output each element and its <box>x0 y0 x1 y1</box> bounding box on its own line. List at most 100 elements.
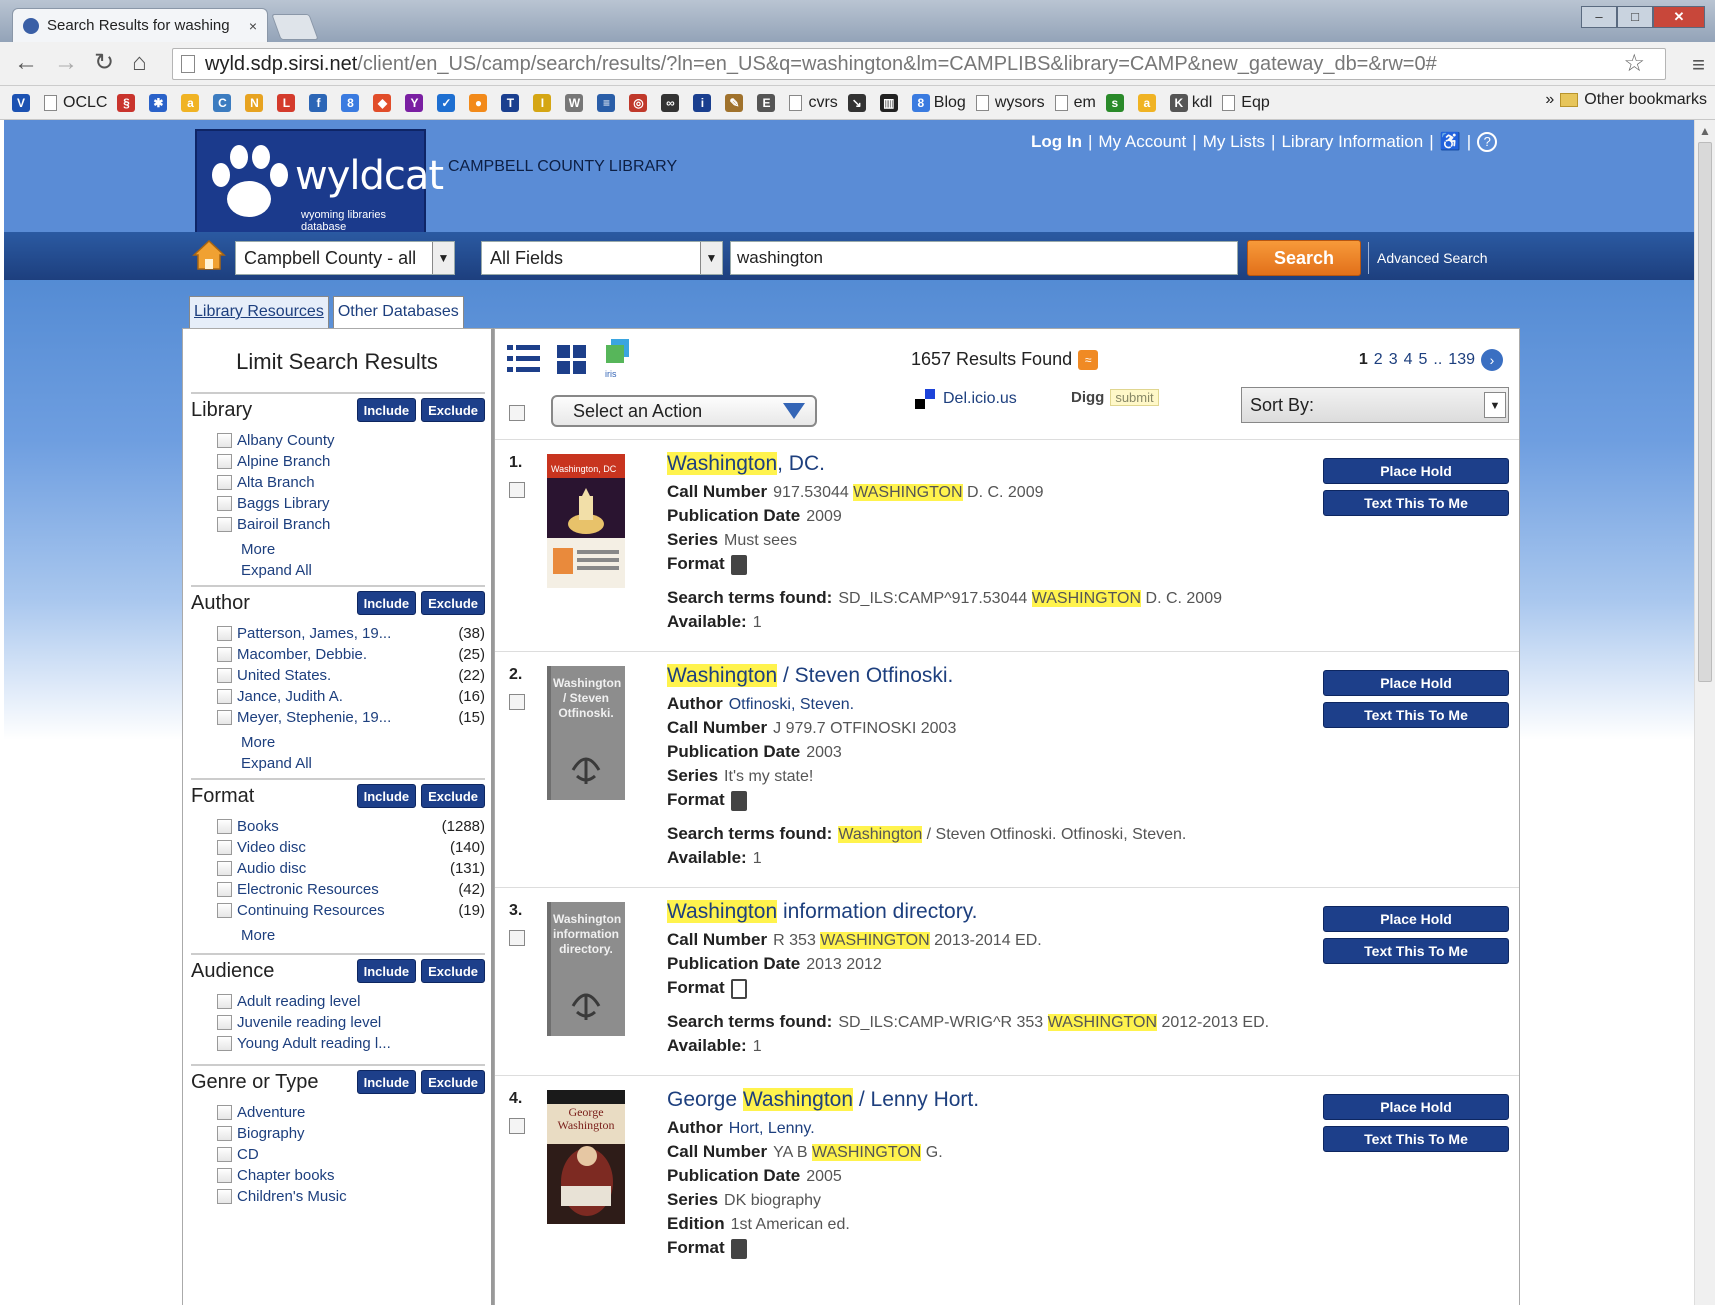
facet-checkbox[interactable] <box>217 1105 232 1120</box>
text-this-to-me-button[interactable]: Text This To Me <box>1323 938 1509 964</box>
login-link[interactable]: Log In <box>1031 132 1082 152</box>
facet-item[interactable]: Adventure <box>191 1102 485 1123</box>
help-icon[interactable]: ? <box>1477 132 1498 152</box>
expand-all-link[interactable]: Expand All <box>191 560 485 581</box>
bookmark-item[interactable]: ∞ <box>661 93 683 112</box>
facet-checkbox[interactable] <box>217 1168 232 1183</box>
result-checkbox[interactable] <box>509 694 525 710</box>
result-title-link[interactable]: Washington / Steven Otfinoski. <box>667 664 953 688</box>
facet-item[interactable]: Alta Branch <box>191 472 485 493</box>
bookmark-item[interactable]: I <box>533 93 555 112</box>
bookmark-item[interactable]: cvrs <box>789 94 838 112</box>
facet-checkbox[interactable] <box>217 840 232 855</box>
exclude-button[interactable]: Exclude <box>421 784 485 808</box>
close-window-button[interactable]: ✕ <box>1653 6 1705 28</box>
bookmark-item[interactable]: N <box>245 93 267 112</box>
my-lists-link[interactable]: My Lists <box>1203 132 1265 152</box>
include-button[interactable]: Include <box>356 784 417 808</box>
book-cover-image[interactable]: Washington, DC <box>547 454 625 588</box>
facet-checkbox[interactable] <box>217 433 232 448</box>
grid-view-icon[interactable] <box>557 343 587 375</box>
facet-checkbox[interactable] <box>217 1036 232 1051</box>
book-cover-image[interactable]: Washington information directory. <box>547 902 625 1036</box>
page-link[interactable]: 139 <box>1448 351 1475 369</box>
exclude-button[interactable]: Exclude <box>421 959 485 983</box>
author-link[interactable]: Hort, Lenny. <box>729 1120 815 1137</box>
result-checkbox[interactable] <box>509 482 525 498</box>
browser-tab[interactable]: Search Results for washing × <box>12 8 268 42</box>
result-checkbox[interactable] <box>509 930 525 946</box>
bookmark-item[interactable]: 8 <box>341 93 363 112</box>
text-this-to-me-button[interactable]: Text This To Me <box>1323 490 1509 516</box>
new-tab-button[interactable] <box>271 14 319 40</box>
bookmark-item[interactable]: a <box>1137 93 1160 112</box>
bookmark-item[interactable]: V <box>12 93 34 112</box>
bookmark-item[interactable]: T <box>501 93 523 112</box>
facet-item[interactable]: Patterson, James, 19... (38) <box>191 623 485 644</box>
sort-by-select[interactable]: Sort By: ▼ <box>1241 387 1509 423</box>
place-hold-button[interactable]: Place Hold <box>1323 906 1509 932</box>
facet-checkbox[interactable] <box>217 454 232 469</box>
bookmark-item[interactable]: wysors <box>975 94 1045 112</box>
bookmark-item[interactable]: ✎ <box>725 93 747 112</box>
place-hold-button[interactable]: Place Hold <box>1323 670 1509 696</box>
scroll-up-icon[interactable]: ▲ <box>1699 124 1711 138</box>
facet-item[interactable]: Jance, Judith A. (16) <box>191 686 485 707</box>
select-all-checkbox[interactable] <box>509 405 525 421</box>
book-cover-image[interactable]: George Washington <box>547 1090 625 1224</box>
rss-icon[interactable]: ≈ <box>1078 349 1099 370</box>
vertical-scrollbar[interactable]: ▲ <box>1694 120 1715 1305</box>
cooliris-icon[interactable]: iris <box>603 339 637 379</box>
bookmark-star-icon[interactable]: ☆ <box>1623 49 1645 79</box>
facet-checkbox[interactable] <box>217 1015 232 1030</box>
facet-checkbox[interactable] <box>217 647 232 662</box>
bookmark-item[interactable]: ≡ <box>597 93 619 112</box>
result-checkbox[interactable] <box>509 1118 525 1134</box>
chrome-menu-icon[interactable]: ≡ <box>1692 52 1705 78</box>
tab-close-icon[interactable]: × <box>249 18 257 34</box>
wyldcat-logo[interactable]: wyldcat wyoming libraries database <box>195 129 444 239</box>
expand-all-link[interactable]: Expand All <box>191 753 485 774</box>
facet-item[interactable]: Audio disc (131) <box>191 858 485 879</box>
action-select[interactable]: Select an Action <box>551 395 817 427</box>
book-cover-image[interactable]: Washington / Steven Otfinoski. <box>547 666 625 800</box>
include-button[interactable]: Include <box>356 959 417 983</box>
address-bar[interactable]: wyld.sdp.sirsi.net/client/en_US/camp/sea… <box>172 48 1666 80</box>
facet-checkbox[interactable] <box>217 1189 232 1204</box>
search-button[interactable]: Search <box>1247 240 1361 276</box>
bookmark-item[interactable]: L <box>277 93 299 112</box>
bookmark-item[interactable]: Eqp <box>1222 94 1270 112</box>
place-hold-button[interactable]: Place Hold <box>1323 1094 1509 1120</box>
bookmark-item[interactable]: Y <box>405 93 427 112</box>
bookmark-item[interactable]: ● <box>469 93 491 112</box>
advanced-search-link[interactable]: Advanced Search <box>1368 242 1488 274</box>
author-link[interactable]: Otfinoski, Steven. <box>729 696 854 713</box>
page-link[interactable]: 3 <box>1389 351 1398 369</box>
tab-other-databases[interactable]: Other Databases <box>332 296 464 328</box>
text-this-to-me-button[interactable]: Text This To Me <box>1323 1126 1509 1152</box>
include-button[interactable]: Include <box>356 591 417 615</box>
facet-item[interactable]: United States. (22) <box>191 665 485 686</box>
field-select[interactable]: All Fields ▼ <box>481 241 723 275</box>
my-account-link[interactable]: My Account <box>1098 132 1186 152</box>
facet-checkbox[interactable] <box>217 903 232 918</box>
library-home-icon[interactable] <box>192 239 226 271</box>
more-link[interactable]: More <box>191 539 485 560</box>
bookmark-item[interactable]: OCLC <box>44 94 107 112</box>
bookmark-item[interactable]: i <box>693 93 715 112</box>
maximize-button[interactable]: □ <box>1617 6 1653 28</box>
facet-checkbox[interactable] <box>217 861 232 876</box>
exclude-button[interactable]: Exclude <box>421 1070 485 1094</box>
library-select[interactable]: Campbell County - all ▼ <box>235 241 455 275</box>
result-title-link[interactable]: George Washington / Lenny Hort. <box>667 1088 979 1112</box>
facet-checkbox[interactable] <box>217 882 232 897</box>
include-button[interactable]: Include <box>356 398 417 422</box>
page-link[interactable]: 5 <box>1419 351 1428 369</box>
facet-checkbox[interactable] <box>217 710 232 725</box>
facet-checkbox[interactable] <box>217 496 232 511</box>
facet-item[interactable]: CD <box>191 1144 485 1165</box>
bookmark-item[interactable]: ◆ <box>373 93 395 112</box>
exclude-button[interactable]: Exclude <box>421 591 485 615</box>
text-this-to-me-button[interactable]: Text This To Me <box>1323 702 1509 728</box>
place-hold-button[interactable]: Place Hold <box>1323 458 1509 484</box>
